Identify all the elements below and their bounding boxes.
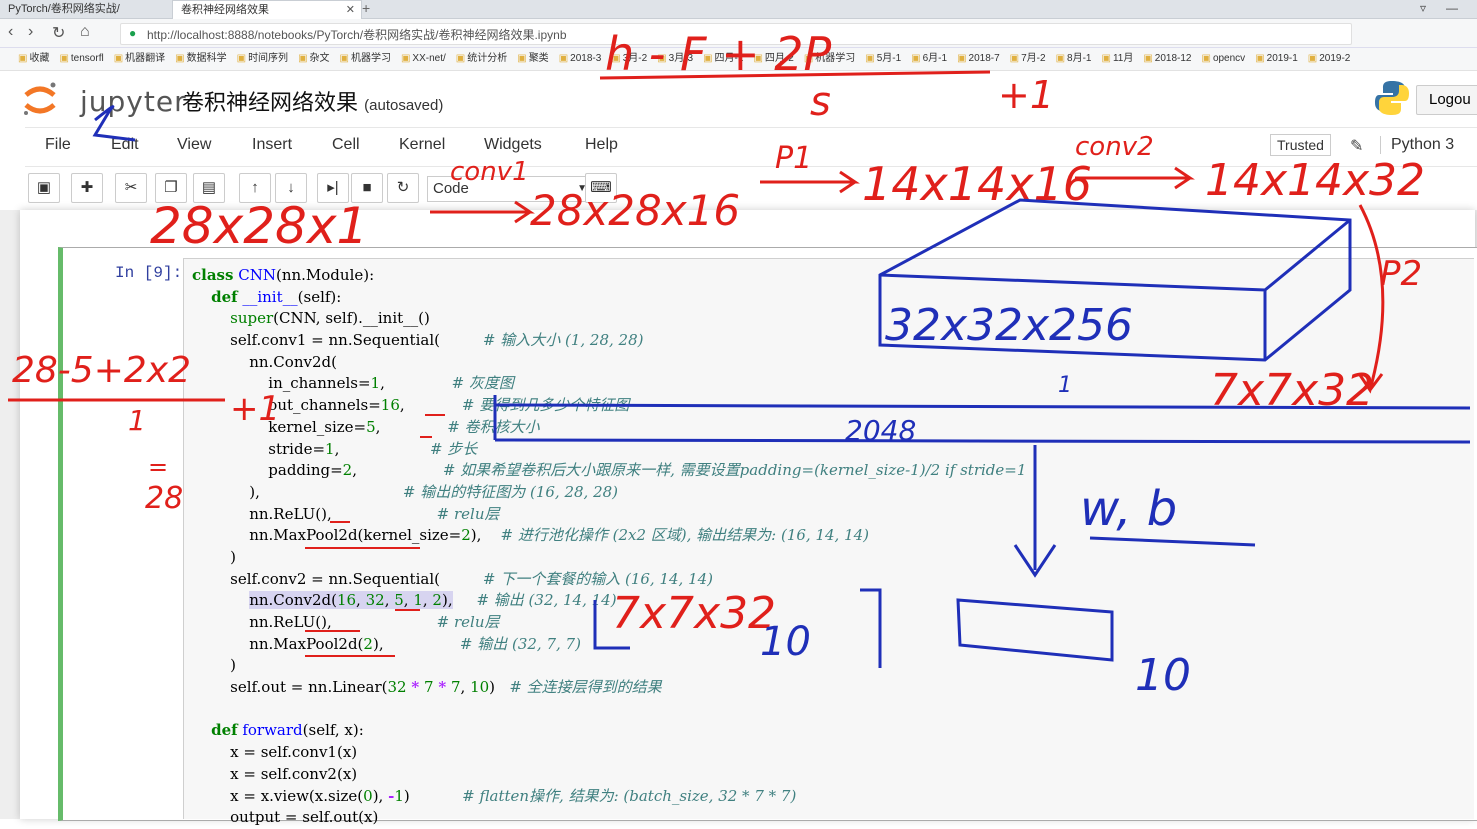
bookmark-item[interactable]: 11月 <box>1101 48 1133 70</box>
url-text: http://localhost:8888/notebooks/PyTorch/… <box>147 28 567 42</box>
paste-icon: ▤ <box>201 179 217 196</box>
home-icon[interactable]: ⌂ <box>80 23 90 41</box>
bookmark-item[interactable]: opencv <box>1201 48 1245 70</box>
bookmark-item[interactable]: 3月-3 <box>657 48 693 70</box>
bookmark-item[interactable]: 机器学习 <box>340 48 391 70</box>
bookmark-item[interactable]: tensorfl <box>59 48 104 70</box>
code-input[interactable]: class CNN(nn.Module): def __init__(self)… <box>183 258 1474 826</box>
autosave-status: (autosaved) <box>364 97 444 114</box>
cell-type-value: Code <box>433 180 469 197</box>
bookmark-list: 收藏tensorfl机器翻译数据科学时间序列杂文机器学习XX-net/统计分析聚… <box>18 48 1360 70</box>
bookmark-item[interactable]: 2018-3 <box>559 48 601 70</box>
tab-title: 卷积神经网络效果 <box>181 4 269 16</box>
secure-icon: ● <box>129 26 137 40</box>
new-tab-icon[interactable]: + <box>362 0 370 16</box>
bookmark-item[interactable]: 3月-2 <box>611 48 647 70</box>
bookmark-item[interactable]: 机器翻译 <box>114 48 165 70</box>
bookmark-item[interactable]: 机器学习 <box>804 48 855 70</box>
reload-icon[interactable]: ↻ <box>52 23 65 43</box>
url-field[interactable]: ● http://localhost:8888/notebooks/PyTorc… <box>120 23 1352 45</box>
bookmark-item[interactable]: 时间序列 <box>237 48 288 70</box>
menu-widgets[interactable]: Widgets <box>484 136 542 154</box>
scissors-icon: ✂ <box>124 179 138 196</box>
back-icon[interactable]: ‹ <box>8 23 13 41</box>
restart-icon: ↻ <box>396 179 410 196</box>
arrow-up-icon: ↑ <box>251 179 259 196</box>
menu-cell[interactable]: Cell <box>332 136 360 154</box>
move-down-button[interactable]: ↓ <box>275 173 307 203</box>
bookmark-item[interactable]: 2018-12 <box>1143 48 1192 70</box>
bookmark-item[interactable]: 2019-2 <box>1308 48 1350 70</box>
menu-insert[interactable]: Insert <box>252 136 292 154</box>
save-button[interactable]: ▣ <box>28 173 60 203</box>
command-palette-button[interactable]: ⌨ <box>585 173 617 203</box>
cut-button[interactable]: ✂ <box>115 173 147 203</box>
interrupt-button[interactable]: ■ <box>351 173 383 203</box>
bookmark-item[interactable]: 数据科学 <box>175 48 227 70</box>
bookmark-item[interactable]: 2019-1 <box>1255 48 1298 70</box>
logout-button[interactable]: Logou <box>1416 85 1477 115</box>
jupyter-logo-icon <box>24 82 56 115</box>
edit-pencil-icon[interactable]: ✎ <box>1350 136 1363 156</box>
notebook-title[interactable]: 卷积神经网络效果 (autosaved) <box>182 85 443 117</box>
browser-tab-strip: PyTorch/卷积网络实战/ 卷积神经网络效果 ✕ + ▿ — <box>0 0 1477 19</box>
step-icon: ▸| <box>327 179 339 196</box>
menu-view[interactable]: View <box>177 136 211 154</box>
notebook-name: 卷积神经网络效果 <box>182 90 359 115</box>
bookmark-item[interactable]: 聚类 <box>517 48 549 70</box>
tab-title: PyTorch/卷积网络实战/ <box>8 3 120 15</box>
code-editor[interactable]: class CNN(nn.Module): def __init__(self)… <box>192 265 1026 829</box>
bookmark-item[interactable]: 统计分析 <box>456 48 507 70</box>
restore-icon[interactable]: ▿ <box>1420 0 1426 16</box>
notebook-page: In [9]: class CNN(nn.Module): def __init… <box>20 210 1477 826</box>
paste-button[interactable]: ▤ <box>193 173 225 203</box>
address-bar: ‹ › ↻ ⌂ ● http://localhost:8888/notebook… <box>0 19 1477 48</box>
insert-cell-button[interactable]: ✚ <box>71 173 103 203</box>
bookmark-item[interactable]: 四月-1 <box>703 48 744 70</box>
bookmark-item[interactable]: 杂文 <box>298 48 330 70</box>
close-tab-icon[interactable]: ✕ <box>346 1 355 19</box>
bookmark-item[interactable]: 2018-7 <box>957 48 1000 70</box>
browser-tab-notebook[interactable]: 卷积神经网络效果 ✕ <box>172 0 362 19</box>
menu-bar: File Edit View Insert Cell Kernel Widget… <box>25 127 1477 167</box>
minimize-icon[interactable]: — <box>1446 0 1458 16</box>
bookmark-item[interactable]: 8月-1 <box>1056 48 1091 70</box>
arrow-down-icon: ↓ <box>287 179 295 196</box>
stop-icon: ■ <box>362 179 372 196</box>
notebook-toolbar: ▣ ✚ ✂ ❐ ▤ ↑ ↓ ▸| ■ ↻ Code ▼ ⌨ <box>25 170 1477 206</box>
move-up-button[interactable]: ↑ <box>239 173 271 203</box>
menu-file[interactable]: File <box>45 136 71 154</box>
menu-edit[interactable]: Edit <box>111 136 139 154</box>
kernel-indicator[interactable]: Python 3 <box>1380 136 1454 154</box>
bookmark-item[interactable]: 5月-1 <box>865 48 901 70</box>
bookmarks-bar: 收藏tensorfl机器翻译数据科学时间序列杂文机器学习XX-net/统计分析聚… <box>0 48 1477 71</box>
forward-icon[interactable]: › <box>28 23 33 41</box>
copy-icon: ❐ <box>164 179 178 196</box>
jupyter-logo-text: jupyter <box>80 85 187 118</box>
menu-kernel[interactable]: Kernel <box>399 136 445 154</box>
cell-prompt: In [9]: <box>115 264 183 282</box>
code-cell[interactable]: In [9]: class CNN(nn.Module): def __init… <box>58 247 1477 826</box>
menu-help[interactable]: Help <box>585 136 618 154</box>
bookmark-item[interactable]: 四月-2 <box>753 48 794 70</box>
save-icon: ▣ <box>36 179 52 196</box>
notebook-area: In [9]: class CNN(nn.Module): def __init… <box>0 210 1477 826</box>
python-logo-icon <box>1373 79 1411 125</box>
keyboard-icon: ⌨ <box>590 179 612 196</box>
browser-tab-pytorch[interactable]: PyTorch/卷积网络实战/ <box>0 0 168 18</box>
plus-icon: ✚ <box>80 179 94 196</box>
cell-type-select[interactable]: Code ▼ <box>427 176 594 202</box>
bookmark-item[interactable]: 6月-1 <box>911 48 947 70</box>
jupyter-header: jupyter 卷积神经网络效果 (autosaved) Logou <box>0 71 1477 127</box>
jupyter-logo[interactable]: jupyter <box>20 79 186 119</box>
trusted-indicator[interactable]: Trusted <box>1270 134 1331 156</box>
restart-button[interactable]: ↻ <box>387 173 419 203</box>
bookmark-item[interactable]: 7月-2 <box>1010 48 1045 70</box>
bookmark-item[interactable]: 收藏 <box>18 48 49 70</box>
bookmark-item[interactable]: XX-net/ <box>401 48 445 70</box>
copy-button[interactable]: ❐ <box>155 173 187 203</box>
run-button[interactable]: ▸| <box>317 173 349 203</box>
